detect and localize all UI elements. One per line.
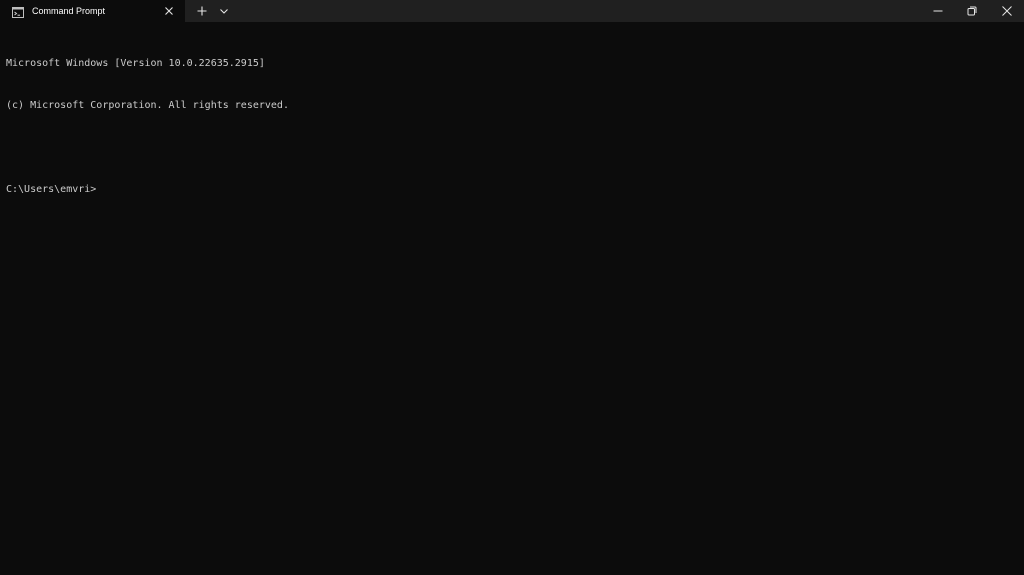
minimize-icon — [933, 10, 943, 12]
profile-dropdown-button[interactable] — [217, 3, 231, 19]
restore-button[interactable] — [955, 0, 989, 22]
command-prompt-text: C:\Users\emvri> — [6, 184, 97, 195]
terminal-line-version: Microsoft Windows [Version 10.0.22635.29… — [6, 58, 265, 69]
plus-icon — [197, 6, 207, 16]
close-icon — [1002, 6, 1012, 16]
minimize-button[interactable] — [921, 0, 955, 22]
chevron-down-icon — [220, 9, 228, 14]
terminal-window: Command Prompt Microsoft Windows [Versio… — [0, 0, 1024, 575]
title-bar[interactable]: Command Prompt — [0, 0, 1024, 22]
tab-close-icon[interactable] — [162, 4, 176, 18]
tab-title: Command Prompt — [32, 6, 106, 16]
command-prompt-icon — [12, 5, 24, 18]
restore-icon — [967, 6, 977, 16]
terminal-prompt-line[interactable]: C:\Users\emvri> — [6, 183, 1024, 197]
terminal-line-copyright: (c) Microsoft Corporation. All rights re… — [6, 100, 289, 111]
close-button[interactable] — [990, 0, 1024, 22]
terminal-output[interactable]: Microsoft Windows [Version 10.0.22635.29… — [0, 22, 1024, 575]
tab-command-prompt[interactable]: Command Prompt — [0, 0, 185, 22]
new-tab-button[interactable] — [194, 3, 210, 19]
